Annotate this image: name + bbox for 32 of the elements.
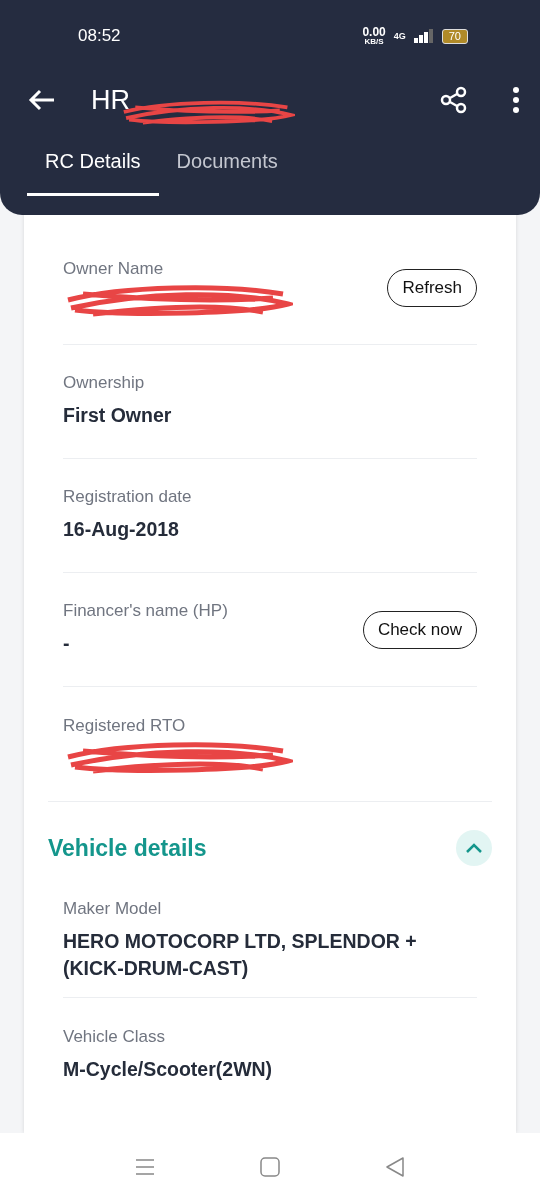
home-icon[interactable] — [260, 1156, 280, 1177]
net-unit: KB/S — [364, 38, 384, 46]
field-value: First Owner — [63, 403, 172, 429]
field-value: 16-Aug-2018 — [63, 517, 180, 543]
tab[interactable]: RC Details — [27, 150, 159, 196]
action-button[interactable]: Check now — [362, 610, 477, 649]
field-label: Vehicle Class — [63, 1026, 167, 1047]
back-icon[interactable] — [28, 89, 56, 111]
net-speed: 0.00 — [362, 26, 386, 38]
collapse-button[interactable] — [456, 830, 492, 866]
chevron-icon — [465, 842, 483, 854]
field-value: - — [63, 631, 71, 657]
field-label: Registration date — [63, 487, 192, 508]
share-icon[interactable] — [440, 86, 468, 114]
vehicle-number: HR — [91, 84, 130, 116]
field-value: M-Cycle/Scooter(2WN) — [63, 1056, 273, 1082]
field-label: Owner Name — [63, 259, 165, 279]
field-label: Ownership — [63, 373, 146, 394]
section-title: Vehicle details — [48, 834, 207, 862]
field-label: Registered RTO — [63, 715, 187, 736]
field-label: Maker Model — [63, 898, 163, 919]
back-nav-icon[interactable] — [385, 1156, 405, 1177]
tab[interactable]: Documents — [158, 150, 296, 196]
more-icon[interactable] — [512, 87, 520, 113]
action-button[interactable]: Refresh — [387, 268, 477, 307]
field-label: Financer's name (HP) — [63, 601, 228, 622]
field-value: HERO MOTOCORP LTD, SPLENDOR + (KICK-DRUM-CAST) — [63, 928, 418, 981]
network-type: 4G — [393, 31, 406, 41]
battery-level: 70 — [441, 28, 468, 44]
status-time: 08:52 — [78, 26, 121, 46]
menu-icon[interactable] — [135, 1157, 155, 1176]
signal-icon — [413, 29, 434, 43]
